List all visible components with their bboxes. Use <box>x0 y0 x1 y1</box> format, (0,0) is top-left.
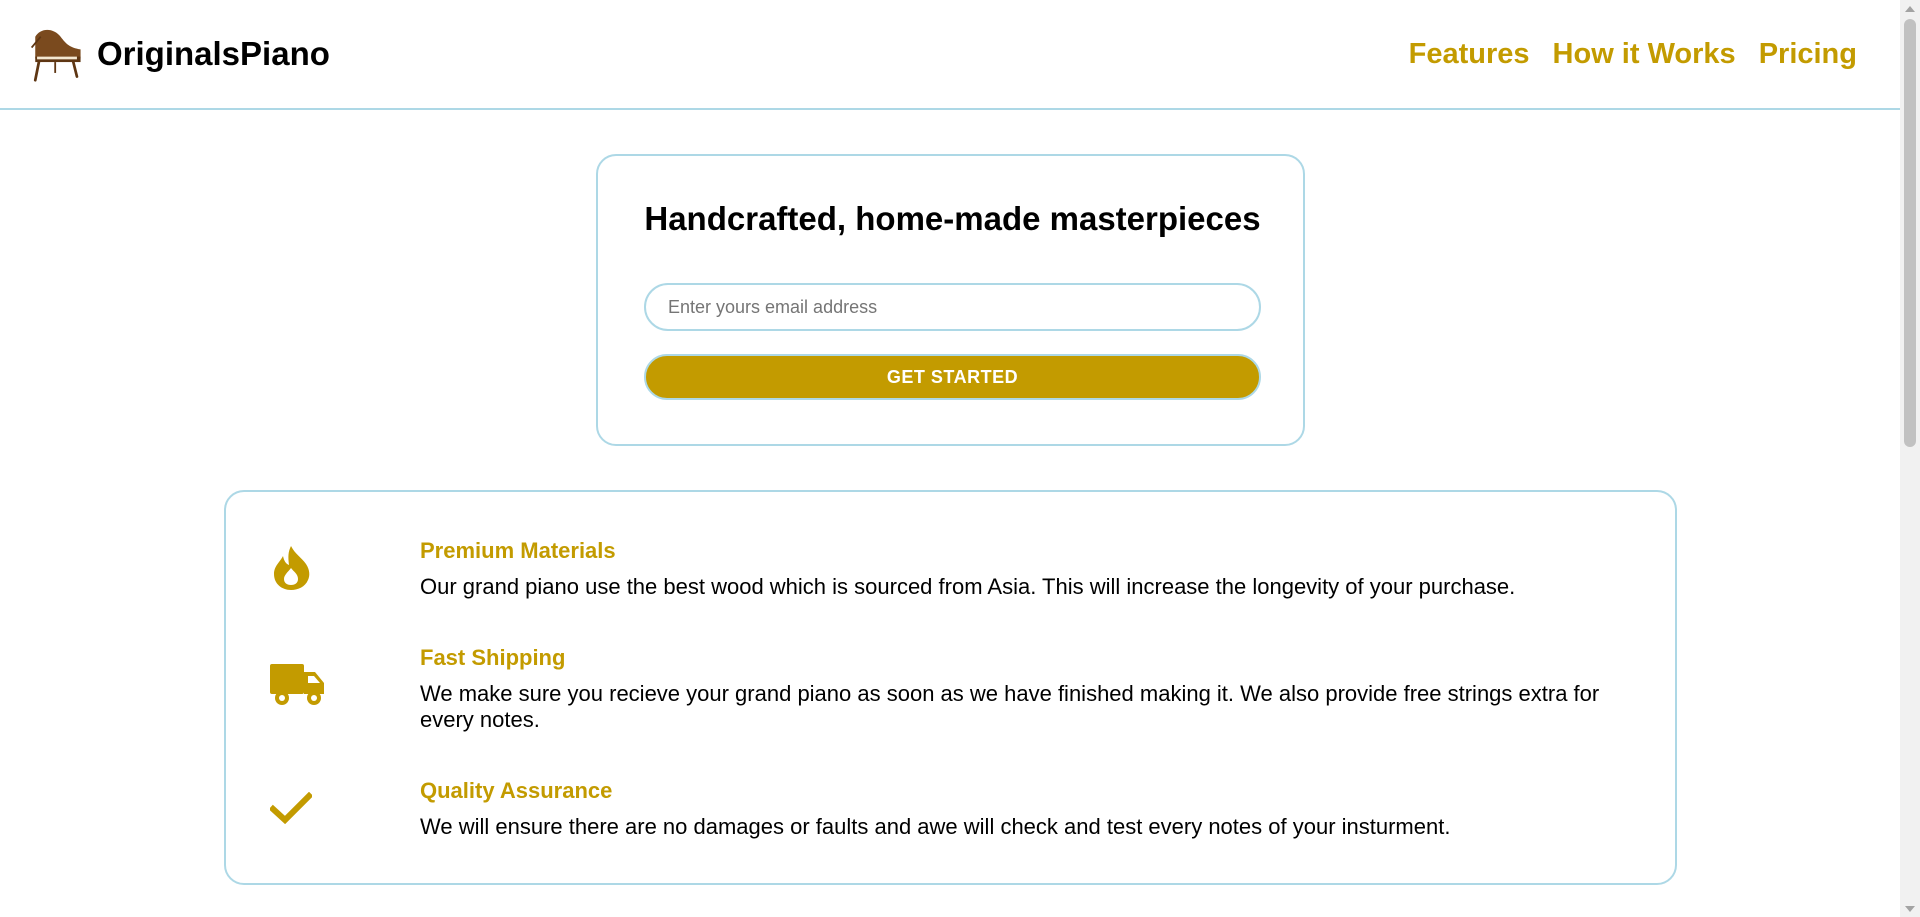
feature-description: We will ensure there are no damages or f… <box>420 814 1451 839</box>
features-card: Premium Materials Our grand piano use th… <box>224 490 1677 885</box>
fire-icon <box>270 544 312 592</box>
feature-description: Our grand piano use the best wood which … <box>420 574 1516 599</box>
feature-text: Premium Materials Our grand piano use th… <box>420 538 1620 600</box>
scroll-down-arrow-icon[interactable] <box>1900 900 1920 917</box>
site-header: OriginalsPiano Features How it Works Pri… <box>0 0 1900 110</box>
get-started-button[interactable]: GET STARTED <box>644 354 1261 400</box>
nav-link-features[interactable]: Features <box>1409 34 1530 74</box>
feature-text: Quality Assurance We will ensure there a… <box>420 778 1620 840</box>
scroll-up-arrow-icon[interactable] <box>1900 0 1920 17</box>
hero-title: Handcrafted, home-made masterpieces <box>644 200 1261 237</box>
feature-text: Fast Shipping We make sure you recieve y… <box>420 645 1620 733</box>
nav-link-pricing[interactable]: Pricing <box>1759 34 1857 74</box>
scrollbar-thumb[interactable] <box>1904 19 1916 447</box>
feature-title: Premium Materials <box>420 538 616 563</box>
vertical-scrollbar[interactable] <box>1900 0 1920 917</box>
brand-name[interactable]: OriginalsPiano <box>97 34 330 74</box>
feature-description: We make sure you recieve your grand pian… <box>420 681 1600 732</box>
truck-icon <box>270 664 326 708</box>
nav-link-how-it-works[interactable]: How it Works <box>1553 34 1736 74</box>
main-nav: Features How it Works Pricing <box>1409 34 1857 74</box>
check-icon <box>270 792 312 824</box>
grand-piano-icon[interactable] <box>28 24 86 82</box>
email-input[interactable] <box>644 283 1261 331</box>
feature-title: Quality Assurance <box>420 778 613 803</box>
feature-title: Fast Shipping <box>420 645 566 670</box>
signup-card: Handcrafted, home-made masterpieces GET … <box>596 154 1305 446</box>
